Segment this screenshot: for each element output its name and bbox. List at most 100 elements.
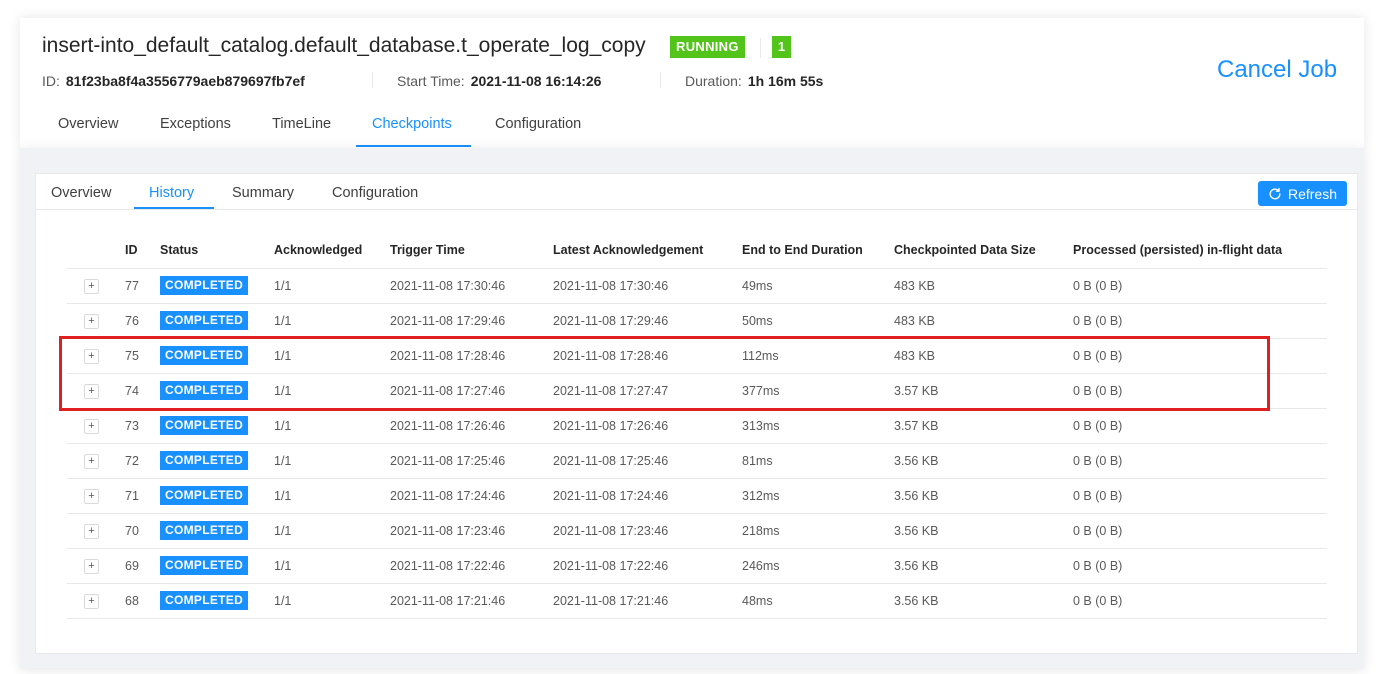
end-to-end-duration: 50ms [742, 303, 894, 339]
inflight-data: 0 B (0 B) [1073, 408, 1327, 444]
latest-acknowledgement: 2021-11-08 17:26:46 [553, 408, 742, 444]
subtab-configuration[interactable]: Configuration [332, 185, 418, 201]
column-header-status: Status [160, 233, 274, 269]
divider [760, 38, 761, 58]
cancel-job-button[interactable]: Cancel Job [1217, 56, 1337, 84]
tab-exceptions[interactable]: Exceptions [160, 116, 231, 132]
inflight-data: 0 B (0 B) [1073, 513, 1327, 549]
status-cell: COMPLETED [160, 338, 274, 374]
expand-row-button[interactable]: + [84, 348, 99, 364]
checkpoint-id: 76 [125, 303, 160, 339]
latest-acknowledgement: 2021-11-08 17:21:46 [553, 583, 742, 619]
checkpointed-data-size: 3.56 KB [894, 513, 1073, 549]
checkpoint-id: 73 [125, 408, 160, 444]
checkpointed-data-size: 3.56 KB [894, 548, 1073, 584]
expand-row-button[interactable]: + [84, 558, 99, 574]
expand-cell: + [67, 408, 125, 444]
checkpoint-subtabs: Overview History Summary Configuration [36, 174, 1357, 210]
expand-cell: + [67, 583, 125, 619]
trigger-time: 2021-11-08 17:22:46 [390, 548, 553, 584]
latest-acknowledgement: 2021-11-08 17:22:46 [553, 548, 742, 584]
start-time-value: 2021-11-08 16:14:26 [470, 73, 602, 89]
job-start-time: Start Time: 2021-11-08 16:14:26 [397, 73, 601, 89]
tab-checkpoints[interactable]: Checkpoints [372, 116, 452, 132]
checkpoint-id: 75 [125, 338, 160, 374]
inflight-data: 0 B (0 B) [1073, 303, 1327, 339]
status-badge: COMPLETED [160, 381, 249, 400]
end-to-end-duration: 81ms [742, 443, 894, 479]
expand-row-button[interactable]: + [84, 593, 99, 609]
expand-cell: + [67, 443, 125, 479]
trigger-time: 2021-11-08 17:21:46 [390, 583, 553, 619]
checkpointed-data-size: 483 KB [894, 268, 1073, 304]
inflight-data: 0 B (0 B) [1073, 478, 1327, 514]
tab-configuration[interactable]: Configuration [495, 116, 581, 132]
status-cell: COMPLETED [160, 303, 274, 339]
checkpoint-id: 68 [125, 583, 160, 619]
expand-cell: + [67, 268, 125, 304]
checkpointed-data-size: 3.56 KB [894, 583, 1073, 619]
status-badge: COMPLETED [160, 486, 249, 505]
status-badge: COMPLETED [160, 451, 249, 470]
trigger-time: 2021-11-08 17:29:46 [390, 303, 553, 339]
inflight-data: 0 B (0 B) [1073, 548, 1327, 584]
column-header-data-size: Checkpointed Data Size [894, 233, 1073, 269]
status-badge: COMPLETED [160, 416, 249, 435]
expand-row-button[interactable]: + [84, 523, 99, 539]
checkpointed-data-size: 3.57 KB [894, 373, 1073, 409]
expand-cell: + [67, 373, 125, 409]
column-header-e2e-duration: End to End Duration [742, 233, 894, 269]
end-to-end-duration: 377ms [742, 373, 894, 409]
latest-acknowledgement: 2021-11-08 17:28:46 [553, 338, 742, 374]
end-to-end-duration: 218ms [742, 513, 894, 549]
expand-row-button[interactable]: + [84, 488, 99, 504]
task-count-badge: 1 [772, 36, 791, 58]
inflight-data: 0 B (0 B) [1073, 373, 1327, 409]
status-cell: COMPLETED [160, 478, 274, 514]
trigger-time: 2021-11-08 17:30:46 [390, 268, 553, 304]
inflight-data: 0 B (0 B) [1073, 338, 1327, 374]
acknowledged: 1/1 [274, 583, 390, 619]
status-cell: COMPLETED [160, 443, 274, 479]
expand-row-button[interactable]: + [84, 383, 99, 399]
latest-acknowledgement: 2021-11-08 17:23:46 [553, 513, 742, 549]
latest-acknowledgement: 2021-11-08 17:24:46 [553, 478, 742, 514]
tab-timeline[interactable]: TimeLine [272, 116, 331, 132]
subtab-summary[interactable]: Summary [232, 185, 294, 201]
checkpoints-panel: Overview History Summary Configuration R… [35, 173, 1358, 654]
trigger-time: 2021-11-08 17:26:46 [390, 408, 553, 444]
expand-cell: + [67, 338, 125, 374]
checkpointed-data-size: 483 KB [894, 303, 1073, 339]
latest-acknowledgement: 2021-11-08 17:27:47 [553, 373, 742, 409]
trigger-time: 2021-11-08 17:23:46 [390, 513, 553, 549]
expand-cell: + [67, 513, 125, 549]
table-row: +73 COMPLETED 1/1 2021-11-08 17:26:46 2021-1… [67, 408, 1327, 444]
expand-row-button[interactable]: + [84, 313, 99, 329]
column-header-inflight-data: Processed (persisted) in-flight data [1073, 233, 1327, 269]
status-cell: COMPLETED [160, 373, 274, 409]
status-cell: COMPLETED [160, 513, 274, 549]
expand-row-button[interactable]: + [84, 278, 99, 294]
trigger-time: 2021-11-08 17:25:46 [390, 443, 553, 479]
end-to-end-duration: 313ms [742, 408, 894, 444]
column-header-id: ID [125, 233, 160, 269]
status-badge: COMPLETED [160, 556, 249, 575]
status-badge: COMPLETED [160, 346, 249, 365]
status-badge: COMPLETED [160, 311, 249, 330]
job-id: ID: 81f23ba8f4a3556779aeb879697fb7ef [42, 73, 305, 89]
start-time-label: Start Time: [397, 73, 465, 89]
subtab-overview[interactable]: Overview [51, 185, 111, 201]
acknowledged: 1/1 [274, 373, 390, 409]
refresh-button[interactable]: Refresh [1258, 181, 1347, 206]
checkpointed-data-size: 3.57 KB [894, 408, 1073, 444]
expand-row-button[interactable]: + [84, 453, 99, 469]
subtab-history[interactable]: History [149, 185, 194, 201]
tab-overview[interactable]: Overview [58, 116, 118, 132]
column-header-latest-ack: Latest Acknowledgement [553, 233, 742, 269]
inflight-data: 0 B (0 B) [1073, 583, 1327, 619]
expand-row-button[interactable]: + [84, 418, 99, 434]
acknowledged: 1/1 [274, 548, 390, 584]
acknowledged: 1/1 [274, 338, 390, 374]
acknowledged: 1/1 [274, 268, 390, 304]
table-header-row: ID Status Acknowledged Trigger Time Late… [67, 233, 1327, 269]
